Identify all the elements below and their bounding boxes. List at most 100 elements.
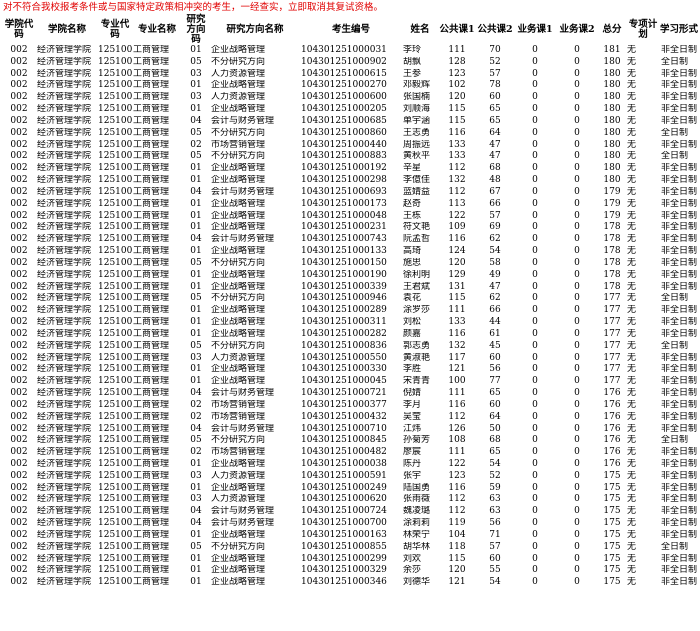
table-cell: 经济管理学院 <box>37 163 92 174</box>
table-cell: 0 <box>532 92 538 103</box>
table-cell: 工商管理 <box>133 127 170 138</box>
table-cell: 非全日制 <box>661 518 698 529</box>
table-cell: 111 <box>448 305 466 316</box>
table-cell: 经济管理学院 <box>37 470 92 481</box>
table-cell: 002 <box>10 246 28 257</box>
table-cell: 工商管理 <box>133 175 170 186</box>
table-cell: 116 <box>448 127 466 138</box>
table-row: 002 经济管理学院 125100 工商管理 05 不分研究方向 1043012510008… <box>2 542 698 554</box>
table-cell: 颜嘉 <box>403 328 422 339</box>
table-cell: 0 <box>532 423 538 434</box>
table-cell: 71 <box>489 529 501 540</box>
table-cell: 125100 <box>98 257 132 268</box>
table-cell: 工商管理 <box>133 186 170 197</box>
table-cell: 104301251000845 <box>301 435 387 446</box>
table-cell: 002 <box>10 376 28 387</box>
table-cell: 104301251000440 <box>301 139 387 150</box>
table-cell: 经济管理学院 <box>37 139 92 150</box>
table-cell: 非全日制 <box>661 577 698 588</box>
table-cell: 104301251000231 <box>301 222 387 233</box>
table-cell: 王志勇 <box>403 127 431 138</box>
table-cell: 180 <box>603 68 621 79</box>
table-cell: 无 <box>627 423 637 434</box>
table-cell: 177 <box>603 364 621 375</box>
table-cell: 工商管理 <box>133 565 170 576</box>
table-cell: 非全日制 <box>661 269 698 280</box>
table-cell: 非全日制 <box>661 257 698 268</box>
table-row: 002 经济管理学院 125100 工商管理 01 企业战略管理 1043012510002… <box>2 329 698 341</box>
table-cell: 002 <box>10 518 28 529</box>
table-cell: 0 <box>574 494 580 505</box>
table-cell: 经济管理学院 <box>37 411 92 422</box>
table-row: 002 经济管理学院 125100 工商管理 05 不分研究方向 1043012510008… <box>2 435 698 447</box>
table-cell: 经济管理学院 <box>37 80 92 91</box>
table-cell: 100 <box>448 376 466 387</box>
table-row: 002 经济管理学院 125100 工商管理 01 企业战略管理 1043012510000… <box>2 45 698 57</box>
table-cell: 0 <box>574 234 580 245</box>
table-cell: 非全日制 <box>661 458 698 469</box>
table-cell: 57 <box>489 541 501 552</box>
table-cell: 125100 <box>98 115 132 126</box>
table-cell: 0 <box>532 317 538 328</box>
table-cell: 工商管理 <box>133 92 170 103</box>
table-cell: 175 <box>603 482 621 493</box>
table-cell: 180 <box>603 139 621 150</box>
table-cell: 112 <box>448 506 466 517</box>
table-cell: 0 <box>574 139 580 150</box>
table-cell: 61 <box>489 328 501 339</box>
table-cell: 104301251000710 <box>301 423 387 434</box>
table-cell: 会计与财务管理 <box>211 423 275 434</box>
table-cell: 01 <box>190 246 202 257</box>
table-cell: 工商管理 <box>133 210 170 221</box>
table-cell: 01 <box>190 553 202 564</box>
table-cell: 0 <box>532 376 538 387</box>
table-cell: 0 <box>574 435 580 446</box>
table-cell: 阮孟哲 <box>403 234 431 245</box>
table-cell: 非全日制 <box>661 198 698 209</box>
table-row: 002 经济管理学院 125100 工商管理 01 企业战略管理 1043012510002… <box>2 175 698 187</box>
table-cell: 133 <box>448 151 466 162</box>
table-cell: 企业战略管理 <box>211 458 266 469</box>
table-row: 002 经济管理学院 125100 工商管理 05 不分研究方向 1043012510009… <box>2 57 698 69</box>
table-cell: 涂罗莎 <box>403 305 431 316</box>
table-cell: 002 <box>10 80 28 91</box>
table-cell: 无 <box>627 222 637 233</box>
table-cell: 01 <box>190 482 202 493</box>
table-cell: 0 <box>532 68 538 79</box>
table-cell: 118 <box>448 541 466 552</box>
table-cell: 133 <box>448 317 466 328</box>
table-cell: 0 <box>574 198 580 209</box>
table-cell: 125100 <box>98 447 132 458</box>
table-cell: 176 <box>603 388 621 399</box>
table-cell: 002 <box>10 482 28 493</box>
table-cell: 04 <box>190 234 202 245</box>
table-cell: 陆国勇 <box>403 482 431 493</box>
table-cell: 01 <box>190 565 202 576</box>
table-cell: 李胜 <box>403 364 422 375</box>
table-cell: 62 <box>489 234 501 245</box>
table-cell: 经济管理学院 <box>37 553 92 564</box>
table-cell: 112 <box>448 163 466 174</box>
table-cell: 125100 <box>98 68 132 79</box>
table-cell: 115 <box>448 553 466 564</box>
table-cell: 无 <box>627 376 637 387</box>
table-cell: 002 <box>10 340 28 351</box>
table-cell: 涂莉莉 <box>403 518 431 529</box>
table-cell: 企业战略管理 <box>211 482 266 493</box>
table-cell: 120 <box>448 92 466 103</box>
table-cell: 非全日制 <box>661 388 698 399</box>
table-cell: 01 <box>190 458 202 469</box>
table-cell: 01 <box>190 529 202 540</box>
table-cell: 177 <box>603 376 621 387</box>
table-cell: 全日制 <box>661 56 689 67</box>
table-cell: 104301251000883 <box>301 151 387 162</box>
table-cell: 非全日制 <box>661 186 698 197</box>
table-cell: 0 <box>532 565 538 576</box>
column-header: 专项计划 <box>628 19 658 40</box>
table-cell: 0 <box>574 186 580 197</box>
table-cell: 无 <box>627 388 637 399</box>
table-cell: 116 <box>448 482 466 493</box>
table-cell: 企业战略管理 <box>211 210 266 221</box>
table-cell: 0 <box>574 328 580 339</box>
table-cell: 125100 <box>98 494 132 505</box>
